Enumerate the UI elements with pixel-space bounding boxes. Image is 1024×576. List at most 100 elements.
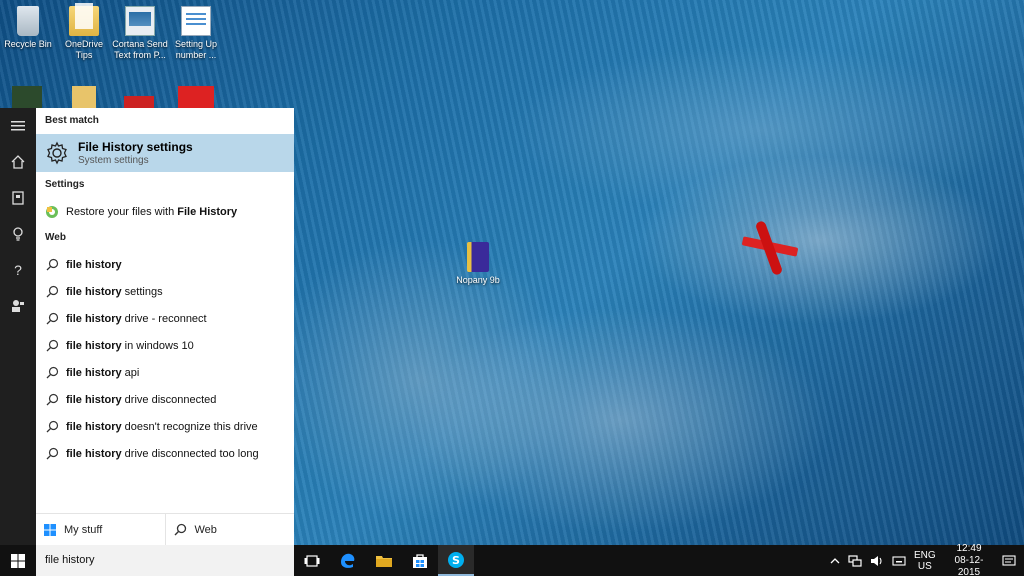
search-icon — [45, 258, 59, 272]
desktop-icon-partial[interactable] — [124, 96, 154, 108]
web-result-item[interactable]: file history doesn't recognize this driv… — [36, 413, 294, 440]
desktop-icon-partial[interactable] — [178, 86, 214, 108]
hamburger-icon[interactable] — [0, 108, 36, 144]
web-result-rest: drive disconnected too long — [121, 447, 259, 460]
search-results-panel: Best match File History settings System … — [36, 108, 294, 545]
search-scope-bar: My stuff Web — [36, 513, 294, 545]
show-hidden-icons-button[interactable] — [826, 557, 844, 565]
desktop-icon-cortana-send[interactable]: Cortana Send Text from P... — [112, 6, 168, 61]
task-view-button[interactable] — [294, 545, 330, 576]
network-icon — [848, 554, 862, 567]
ime-button[interactable] — [888, 555, 910, 567]
web-result-item[interactable]: file history settings — [36, 278, 294, 305]
web-header: Web — [45, 232, 66, 243]
clock-time: 12:49 — [956, 542, 982, 554]
settings-result-bold: File History — [177, 205, 238, 218]
web-result-bold: file history — [66, 420, 122, 433]
web-result-rest: doesn't recognize this drive — [121, 420, 258, 433]
file-explorer-icon — [376, 556, 392, 567]
search-icon — [45, 366, 59, 380]
web-result-item[interactable]: file history in windows 10 — [36, 332, 294, 359]
web-result-item[interactable]: file history api — [36, 359, 294, 386]
edge-icon — [341, 553, 355, 568]
home-icon[interactable] — [0, 144, 36, 180]
system-tray: ENG US 12:49 08-12-2015 — [826, 543, 1024, 576]
book-icon — [467, 242, 489, 272]
web-result-item[interactable]: file history drive - reconnect — [36, 305, 294, 332]
web-label: Web — [194, 523, 217, 536]
help-icon[interactable]: ? — [0, 252, 36, 288]
edge-button[interactable] — [330, 545, 366, 576]
search-icon — [45, 285, 59, 299]
skype-button[interactable]: S — [438, 545, 474, 576]
document-icon — [181, 6, 211, 36]
search-icon — [45, 339, 59, 353]
desktop-icon-partial[interactable] — [72, 86, 96, 108]
feedback-icon[interactable] — [0, 288, 36, 324]
chevron-up-icon — [830, 557, 840, 563]
windows-logo-icon — [44, 523, 56, 536]
search-icon — [174, 523, 187, 536]
taskbar: S ENG US 12:49 08-12-2015 — [0, 543, 1024, 576]
store-button[interactable] — [402, 545, 438, 576]
settings-header: Settings — [45, 179, 85, 190]
web-result-item[interactable]: file history drive disconnected — [36, 386, 294, 413]
skype-icon: S — [448, 551, 464, 568]
search-icon — [45, 393, 59, 407]
web-result-bold: file history — [66, 285, 122, 298]
web-result-item[interactable]: file history drive disconnected too long — [36, 440, 294, 467]
gear-icon — [44, 140, 70, 166]
speaker-icon — [871, 555, 882, 566]
desktop-icon-partial[interactable] — [12, 86, 42, 108]
region-code: US — [917, 560, 932, 572]
start-button[interactable] — [0, 545, 36, 576]
network-button[interactable] — [844, 554, 866, 567]
action-center-button[interactable] — [998, 554, 1024, 567]
desktop-icon-onedrive-tips[interactable]: OneDrive Tips — [56, 3, 112, 61]
keyboard-icon — [892, 555, 906, 566]
clock-date: 08-12-2015 — [954, 554, 984, 576]
best-match-subtitle: System settings — [78, 154, 149, 166]
best-match-item[interactable]: File History settings System settings — [36, 134, 294, 172]
svg-text:S: S — [452, 554, 460, 567]
notification-icon — [1002, 554, 1016, 566]
desktop-icon-nopany[interactable]: Nopany 9b — [450, 242, 506, 286]
lightbulb-icon[interactable] — [0, 216, 36, 252]
web-result-bold: file history — [66, 366, 122, 379]
search-icon — [45, 312, 59, 326]
volume-button[interactable] — [866, 555, 888, 567]
file-explorer-button[interactable] — [366, 545, 402, 576]
language-indicator[interactable]: ENG US — [910, 550, 940, 572]
web-result-bold: file history — [66, 447, 122, 460]
windows-logo-icon — [11, 553, 25, 568]
best-match-header: Best match — [45, 115, 99, 126]
search-icon — [45, 420, 59, 434]
store-icon — [413, 553, 427, 568]
settings-result-restore-files[interactable]: Restore your files with File History — [36, 198, 294, 225]
language-code: ENG — [914, 549, 936, 561]
web-result-rest: settings — [121, 285, 163, 298]
taskbar-search-input[interactable] — [36, 545, 294, 576]
folder-icon — [69, 3, 99, 36]
web-result-rest: drive disconnected — [121, 393, 217, 406]
web-result-bold: file history — [66, 393, 122, 406]
settings-result-prefix: Restore your files with — [66, 205, 178, 218]
web-result-bold: file history — [66, 312, 122, 325]
cortana-rail: ? — [0, 108, 36, 545]
desktop-icon-setting-up[interactable]: Setting Up number ... — [168, 6, 224, 61]
desktop-icon-label: OneDrive Tips — [64, 39, 103, 60]
desktop-icon-recycle-bin[interactable]: Recycle Bin — [0, 6, 56, 50]
my-stuff-label: My stuff — [64, 523, 103, 536]
best-match-title: File History settings — [78, 139, 193, 154]
file-history-icon — [45, 205, 59, 219]
web-result-item[interactable]: file history — [36, 251, 294, 278]
web-results-list: file history file history settings file hi… — [36, 251, 294, 467]
web-search-button[interactable]: Web — [166, 514, 295, 545]
screenshot-icon — [125, 6, 155, 36]
my-stuff-button[interactable]: My stuff — [36, 514, 166, 545]
clock[interactable]: 12:49 08-12-2015 — [940, 543, 998, 576]
desktop-icon-label: Setting Up number ... — [174, 39, 218, 60]
web-result-rest: drive - reconnect — [121, 312, 207, 325]
web-result-rest: api — [121, 366, 140, 379]
notebook-icon[interactable] — [0, 180, 36, 216]
